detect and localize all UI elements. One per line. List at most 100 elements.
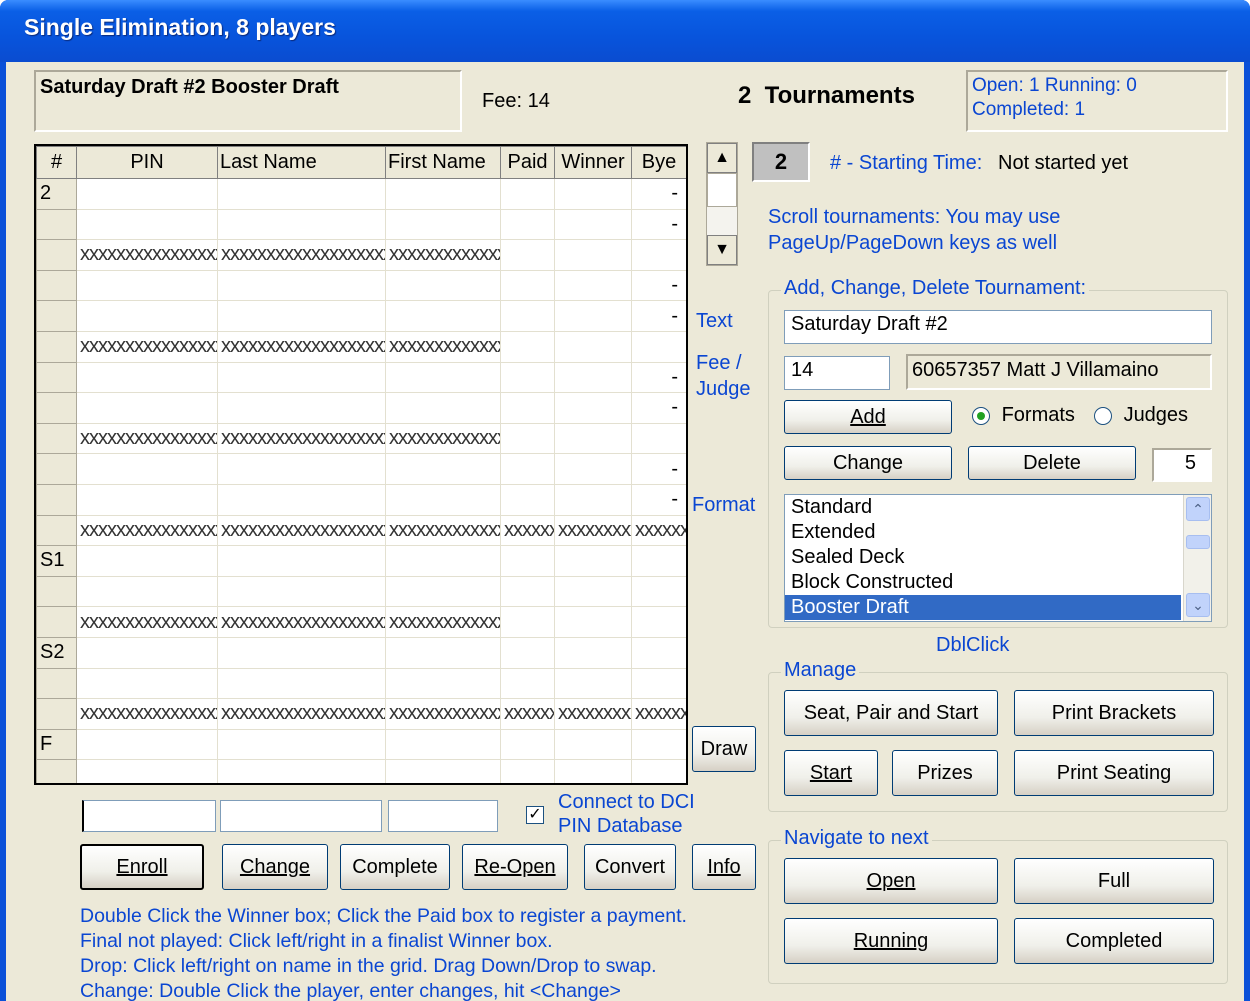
separator-cell: xxxxxxxxxxxxxxxxxxxxxx [554,514,632,547]
separator-cell: xxxxxxxxxxxxxxxxxxxxxx [500,698,555,730]
list-item[interactable]: Block Constructed [785,570,1211,595]
col-header-last-name[interactable]: Last Name [217,146,386,179]
col-header-number[interactable]: # [36,146,77,179]
table-row[interactable] [36,759,686,783]
player-grid[interactable]: # PIN Last Name First Name Paid Winner B… [34,144,688,785]
table-row[interactable] [36,667,686,700]
list-scroll-down-icon[interactable]: ⌄ [1186,593,1210,617]
starting-time-value: Not started yet [998,152,1129,174]
bye-cell[interactable]: - [631,300,686,332]
window-title: Single Elimination, 8 players [24,14,336,40]
print-brackets-label: Print Brackets [1051,701,1177,724]
list-item-selected[interactable]: Booster Draft [785,595,1181,620]
separator-row: xxxxxxxxxxxxxxx xxxxxxxxxxxxxxxxxx xxxxxxx… [36,330,686,363]
list-item[interactable]: Sealed Deck [785,545,1211,570]
col-header-paid[interactable]: Paid [500,146,555,179]
table-row[interactable]: 2- [36,178,686,210]
scroll-up-button[interactable]: ▲ [707,143,737,173]
connect-dci-label: Connect to DCI PIN Database [558,790,695,838]
complete-button[interactable]: Complete [340,844,450,890]
table-row[interactable]: - [36,483,686,516]
fee-input[interactable]: 14 [784,356,890,390]
separator-cell: xxxxxxxxxxxxxxxxxxxxxxxxxxxxxxxxxxxxxxxx… [76,422,218,455]
separator-cell: xxxxxxxxxxxxxxxxxxxxxxxxxxxxxxxxxxxxxxxx… [217,606,386,638]
scroll-hint-line2: PageUp/PageDown keys as well [768,232,1058,254]
pin-entry-input[interactable] [82,800,216,832]
list-scroll-up-icon[interactable]: ⌃ [1186,497,1210,521]
delete-tournament-button[interactable]: Delete [968,446,1136,480]
reopen-button[interactable]: Re-Open [462,844,568,890]
list-item[interactable]: Standard [785,495,1211,520]
help-line1: Double Click the Winner box; Click the P… [80,905,687,927]
help-text: Double Click the Winner box; Click the P… [80,904,687,1001]
navigate-open-label: Open [866,869,916,892]
separator-cell: xxxxxxxxxxxxxxxxxxxxxxxxxxxxxxxxxxxxxxxx… [385,330,501,363]
fee-label-side: Fee / [696,352,742,374]
bye-cell[interactable]: - [631,269,686,302]
enroll-button[interactable]: Enroll [80,844,204,890]
list-scrollbar[interactable]: ⌃ ⌄ [1183,495,1211,621]
connect-dci-checkbox[interactable]: ✓ [526,806,544,824]
tournament-scrollbar[interactable]: ▲ ▼ [706,142,738,266]
table-row[interactable]: S2 [36,636,686,669]
info-button[interactable]: Info [692,844,756,890]
connect-dci-line1: Connect to DCI [558,791,695,813]
convert-button[interactable]: Convert [584,844,676,890]
draw-button[interactable]: Draw [692,726,756,772]
table-row[interactable]: - [36,300,686,332]
navigate-open-button[interactable]: Open [784,858,998,904]
bye-cell[interactable]: - [631,178,686,210]
tournament-text-input[interactable]: Saturday Draft #2 [784,310,1212,344]
bye-cell[interactable]: - [631,361,686,394]
separator-cell: xxxxxxxxxxxxxxxxxxxxxxxxxxxxxxxxxxxxxxxx… [76,330,218,363]
col-header-pin[interactable]: PIN [76,146,218,179]
bye-cell[interactable]: - [631,453,686,485]
delete-tournament-label: Delete [1023,451,1081,474]
bye-cell[interactable]: - [631,392,686,424]
list-scroll-thumb[interactable] [1186,535,1210,549]
change-player-button[interactable]: Change [222,844,328,890]
add-tournament-button[interactable]: Add [784,400,952,434]
complete-label: Complete [352,855,438,878]
grid-body: 2- - xxxxxxxxxxxxxxx xxxxxxxxxxxxxxxxxx xx… [36,178,686,783]
player-table: # PIN Last Name First Name Paid Winner B… [36,146,686,783]
table-row[interactable]: - [36,269,686,302]
table-row[interactable]: - [36,208,686,241]
prizes-button[interactable]: Prizes [892,750,998,796]
title-bar[interactable]: Single Elimination, 8 players [0,0,1250,62]
fee-judge-label: Fee / Judge [696,350,751,402]
last-name-entry-input[interactable] [220,800,382,832]
navigate-full-button[interactable]: Full [1014,858,1214,904]
bye-cell[interactable]: - [631,483,686,516]
judges-radio[interactable]: Judges [1094,404,1188,427]
separator-cell: xxxxxxxxxxxxxxxxxxxxxxxxxxxxxxxxxxxxxxxx… [217,698,386,730]
radio-unselected-icon [1094,406,1112,425]
print-seating-button[interactable]: Print Seating [1014,750,1214,796]
fee-label: Fee: 14 [482,90,550,112]
formats-listbox[interactable]: Standard Extended Sealed Deck Block Cons… [784,494,1212,622]
change-tournament-label: Change [832,451,904,474]
print-brackets-button[interactable]: Print Brackets [1014,690,1214,736]
scroll-down-button[interactable]: ▼ [707,235,737,265]
table-row[interactable]: - [36,453,686,485]
first-name-entry-input[interactable] [388,800,498,832]
scroll-thumb[interactable] [707,173,737,207]
col-header-winner[interactable]: Winner [554,146,632,179]
change-tournament-button[interactable]: Change [784,446,952,480]
navigate-completed-button[interactable]: Completed [1014,918,1214,964]
navigate-running-button[interactable]: Running [784,918,998,964]
table-row[interactable]: S1 [36,545,686,577]
table-row[interactable]: - [36,361,686,394]
list-item[interactable]: Extended [785,520,1211,545]
separator-row: xxxxxxxxxxxxxxx xxxxxxxxxxxxxxxxxx xxxxxxx… [36,239,686,271]
separator-row: xxxxxxxxxxxxxxx xxxxxxxxxxxxxxxxxx xxxxxxx… [36,514,686,547]
table-row[interactable]: - [36,392,686,424]
bye-cell[interactable]: - [631,208,686,241]
start-button[interactable]: Start [784,750,878,796]
col-header-bye[interactable]: Bye [631,146,686,179]
col-header-first-name[interactable]: First Name [385,146,501,179]
table-row[interactable]: F [36,728,686,761]
seat-pair-start-button[interactable]: Seat, Pair and Start [784,690,998,736]
formats-radio[interactable]: Formats [972,404,1075,427]
table-row[interactable] [36,575,686,608]
